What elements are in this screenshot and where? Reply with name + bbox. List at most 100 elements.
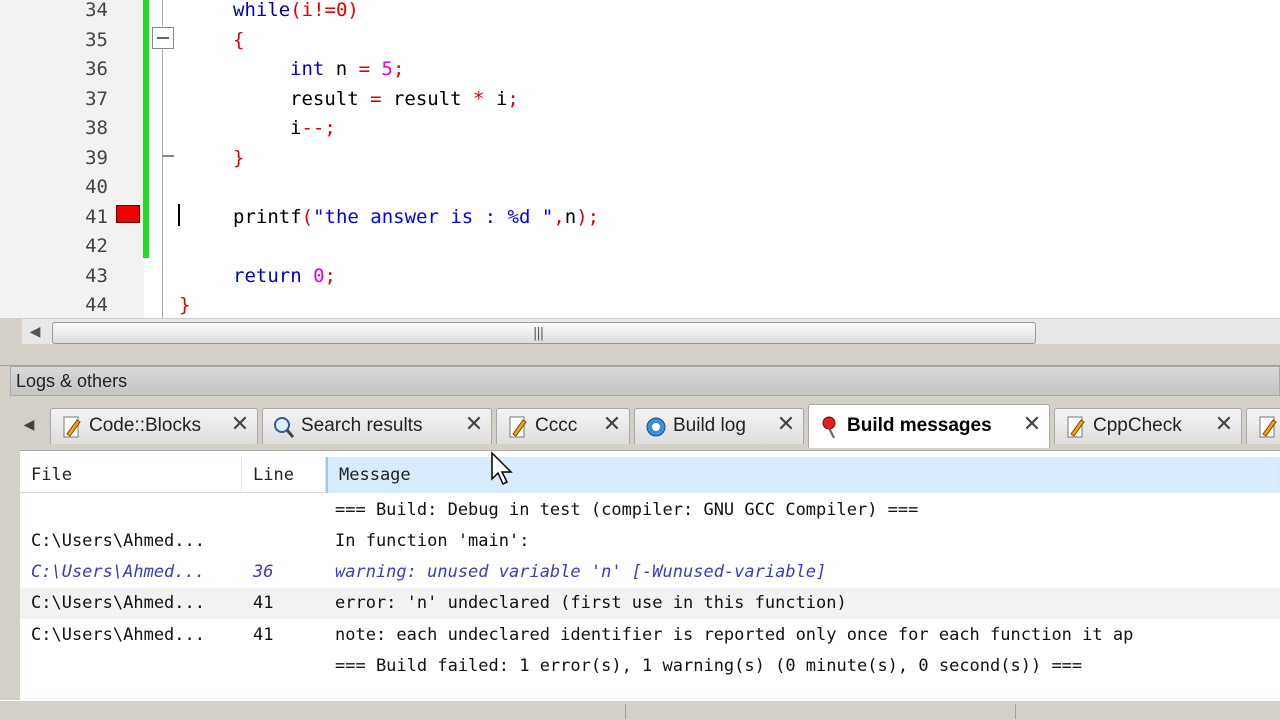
code-token: =: [370, 87, 382, 110]
pin-icon: [822, 416, 836, 439]
close-icon[interactable]: ✕: [601, 413, 623, 437]
code-line[interactable]: 36 int n = 5;: [0, 55, 1280, 85]
line-number: 36: [85, 58, 108, 80]
message-cell: === Build failed: 1 error(s), 1 warning(…: [335, 656, 1083, 676]
column-header-message[interactable]: Message: [326, 457, 1280, 493]
code-text: while(i!=0): [233, 0, 359, 21]
keyword: int: [290, 58, 325, 80]
gear-icon: [646, 417, 666, 437]
code-line[interactable]: 37 result = result * i;: [0, 85, 1280, 115]
grip-icon: |||: [533, 326, 544, 341]
code-token: ;: [507, 87, 519, 110]
warning-row[interactable]: C:\Users\Ahmed... 36 warning: unused var…: [20, 557, 1280, 588]
line-number: 37: [85, 87, 108, 110]
code-line[interactable]: 34 while(i!=0): [0, 0, 1280, 26]
tab-label: Search results: [301, 415, 423, 436]
tab-cppcheck[interactable]: CppCheck ✕: [1054, 408, 1242, 444]
magnifier-icon: [274, 417, 295, 438]
code-token: (i!=0): [290, 0, 359, 21]
code-line[interactable]: 40: [0, 173, 1280, 203]
message-cell: === Build: Debug in test (compiler: GNU …: [335, 500, 919, 520]
code-token: printf: [233, 205, 302, 228]
code-token: result: [290, 87, 371, 110]
code-token: result: [381, 87, 474, 110]
message-row[interactable]: C:\Users\Ahmed... In function 'main':: [20, 526, 1280, 557]
close-icon[interactable]: ✕: [775, 413, 797, 437]
tab-label: Build messages: [847, 415, 992, 436]
line-number: 40: [85, 176, 108, 198]
line-number: 35: [85, 28, 108, 51]
scroll-left-arrow-icon[interactable]: ◀: [26, 323, 44, 341]
code-text: {: [233, 28, 245, 51]
close-icon[interactable]: ✕: [229, 413, 251, 437]
line-cell: 36: [253, 562, 274, 582]
message-row[interactable]: === Build: Debug in test (compiler: GNU …: [20, 495, 1280, 526]
code-line[interactable]: 38 i--;: [0, 114, 1280, 144]
tab-build-log[interactable]: Build log ✕: [634, 408, 804, 444]
logs-panel-titlebar[interactable]: Logs & others: [10, 366, 1280, 396]
code-token: *: [473, 87, 485, 110]
code-line[interactable]: 42: [0, 232, 1280, 262]
code-token: n: [324, 58, 359, 80]
tab-codeblocks[interactable]: Code::Blocks ✕: [50, 408, 258, 444]
pencil-icon: [1067, 416, 1085, 438]
code-editor[interactable]: 34 while(i!=0) 35 { 36 int n = 5; 37 res…: [0, 0, 1280, 318]
close-icon[interactable]: ✕: [1021, 413, 1043, 437]
tab-build-messages[interactable]: Build messages ✕: [808, 404, 1050, 448]
code-token: 0: [301, 264, 325, 287]
line-number: 41: [85, 205, 108, 228]
code-line[interactable]: 39 }: [0, 144, 1280, 174]
code-line[interactable]: 43 return 0;: [0, 262, 1280, 292]
file-cell: C:\Users\Ahmed...: [31, 625, 205, 645]
message-row[interactable]: === Build failed: 1 error(s), 1 warning(…: [20, 651, 1280, 682]
code-token: (: [301, 205, 314, 228]
code-token: n: [564, 205, 577, 228]
logs-tab-strip: ◀ Code::Blocks ✕ Search results ✕ Cccc ✕…: [10, 398, 1280, 450]
tab-scroll-left-icon[interactable]: ◀: [14, 410, 44, 440]
tab-search-results[interactable]: Search results ✕: [262, 408, 492, 444]
tab-overflow[interactable]: [1246, 408, 1280, 444]
file-cell: C:\Users\Ahmed...: [31, 593, 205, 613]
code-token: );: [576, 205, 600, 228]
code-text: i--;: [290, 117, 336, 139]
code-text: result = result * i;: [290, 88, 519, 110]
scrollbar-thumb[interactable]: |||: [52, 322, 1036, 344]
message-cell: warning: unused variable 'n' [-Wunused-v…: [335, 562, 827, 582]
line-cell: 41: [253, 625, 274, 645]
code-line[interactable]: 41 printf("the answer is : %d ",n);: [0, 203, 1280, 233]
close-icon[interactable]: ✕: [463, 413, 485, 437]
code-token: --;: [301, 117, 336, 139]
code-line[interactable]: 44 }: [0, 291, 1280, 318]
status-separator: [625, 704, 626, 719]
code-token: i: [290, 117, 302, 139]
message-row[interactable]: C:\Users\Ahmed... 41 note: each undeclar…: [20, 620, 1280, 651]
status-bar: [0, 700, 1280, 720]
code-line[interactable]: 35 {: [0, 26, 1280, 56]
line-cell: 41: [253, 593, 274, 613]
code-text: int n = 5;: [290, 58, 404, 80]
file-cell: C:\Users\Ahmed...: [31, 531, 205, 551]
tab-label: Build log: [673, 415, 746, 436]
code-token: =: [358, 58, 371, 80]
string-literal: "the answer is : %d ": [313, 205, 554, 228]
line-number: 43: [85, 264, 108, 287]
error-row[interactable]: C:\Users\Ahmed... 41 error: 'n' undeclar…: [20, 588, 1280, 619]
close-icon[interactable]: ✕: [1213, 413, 1235, 437]
status-separator: [1015, 704, 1016, 719]
keyword: while: [233, 0, 291, 21]
code-token: i: [484, 87, 508, 110]
pencil-icon: [1259, 416, 1277, 438]
horizontal-scrollbar[interactable]: ◀ |||: [22, 318, 1280, 344]
panel-title: Logs & others: [16, 371, 128, 391]
panel-splitter[interactable]: [0, 344, 1280, 366]
column-header-file[interactable]: File: [20, 457, 242, 493]
line-number: 44: [85, 294, 108, 316]
code-token: ;: [324, 264, 336, 287]
message-cell: note: each undeclared identifier is repo…: [335, 625, 1134, 645]
column-header-line[interactable]: Line: [242, 457, 326, 493]
line-number: 38: [85, 117, 108, 139]
code-text: }: [233, 146, 245, 169]
build-messages-list[interactable]: File Line Message === Build: Debug in te…: [20, 450, 1280, 700]
tab-cccc[interactable]: Cccc ✕: [496, 408, 630, 444]
line-number: 42: [85, 235, 108, 257]
